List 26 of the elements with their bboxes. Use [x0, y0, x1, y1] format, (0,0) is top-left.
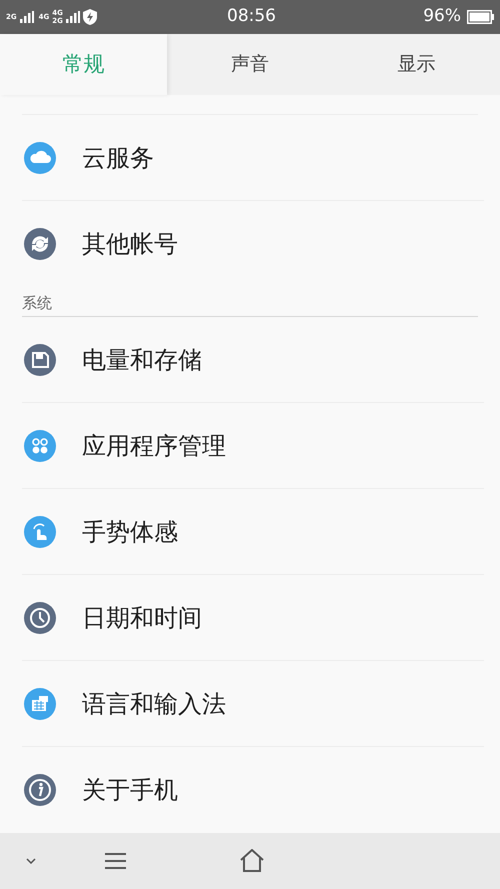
item-label: 关于手机	[82, 775, 178, 806]
signal-icon	[20, 11, 34, 23]
shield-icon	[82, 9, 97, 25]
clock: 08:56	[227, 5, 276, 28]
chevron-down-icon[interactable]	[26, 858, 36, 864]
settings-item[interactable]: 手势体感	[22, 489, 484, 575]
settings-item[interactable]: 关于手机	[22, 747, 484, 833]
menu-icon[interactable]	[105, 853, 126, 869]
battery-icon	[467, 10, 494, 24]
item-label: 应用程序管理	[82, 430, 226, 462]
item-label: 日期和时间	[82, 602, 202, 634]
settings-item[interactable]: 电量和存储	[22, 317, 484, 403]
settings-item[interactable]: 日期和时间	[22, 575, 484, 661]
item-label: 云服务	[82, 142, 154, 174]
settings-item[interactable]: 云服务	[22, 115, 484, 201]
section-header: 系统	[22, 292, 52, 314]
settings-item[interactable]: 语言和输入法	[22, 661, 484, 747]
item-label: 电量和存储	[82, 344, 202, 376]
battery-percentage: 96%	[423, 5, 461, 28]
settings-item[interactable]: 应用程序管理	[22, 403, 484, 489]
item-label: 其他帐号	[82, 229, 178, 260]
home-icon[interactable]	[240, 849, 264, 872]
item-label: 手势体感	[82, 516, 178, 548]
settings-item[interactable]: 其他帐号	[22, 201, 484, 287]
signal-icon	[66, 11, 80, 23]
item-label: 语言和输入法	[82, 688, 226, 720]
